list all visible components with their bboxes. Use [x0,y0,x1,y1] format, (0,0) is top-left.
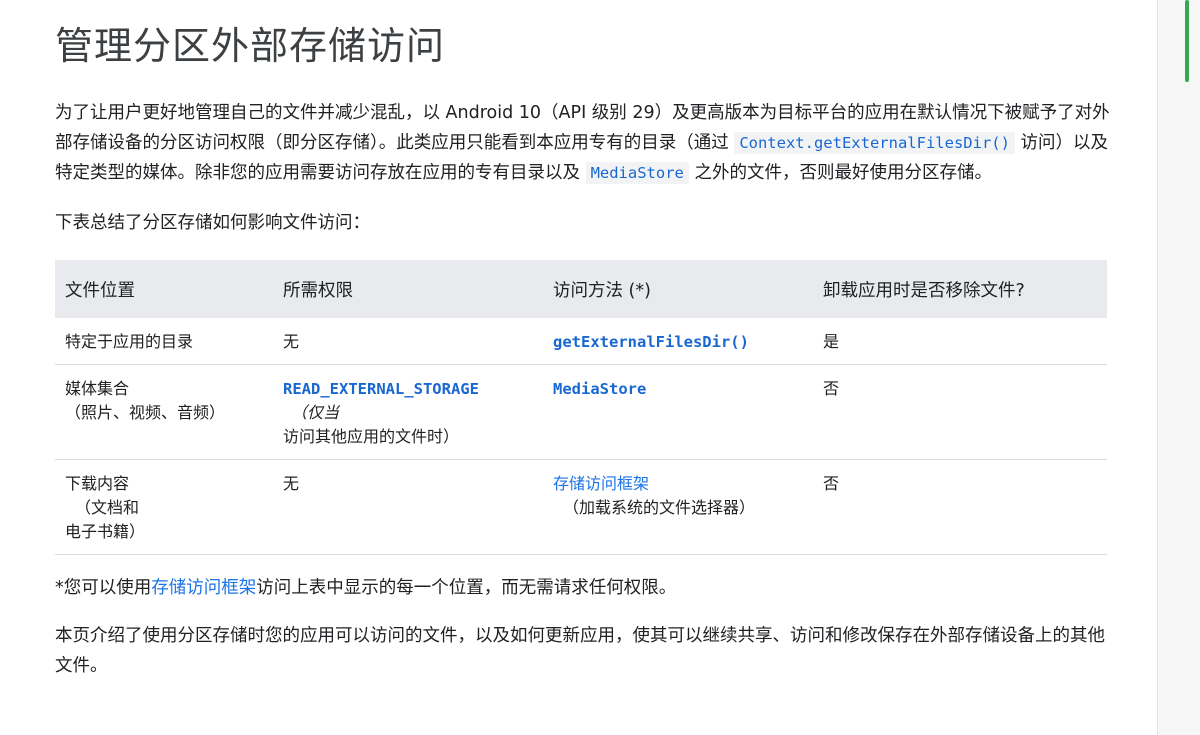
cell-removed: 否 [813,459,1107,555]
header-removed-on-uninstall: 卸载应用时是否移除文件? [813,260,1107,318]
permission-label: 无 [283,474,300,493]
cell-method: 存储访问框架 （加载系统的文件选择器） [543,459,813,555]
removed-value: 否 [823,379,840,398]
cell-removed: 否 [813,364,1107,460]
note-paragraph: *您可以使用存储访问框架访问上表中显示的每一个位置，而无需请求任何权限。 [55,573,1115,603]
permission-condition: （仅当 [291,403,340,422]
permission-link-read-external-storage[interactable]: READ_EXTERNAL_STORAGE [283,380,479,398]
cell-permission: READ_EXTERNAL_STORAGE （仅当 访问其他应用的文件时） [273,364,543,460]
cell-location: 媒体集合 （照片、视频、音频） [55,364,273,460]
location-sub-2: 电子书籍） [65,522,146,541]
code-mediastore[interactable]: MediaStore [585,162,689,184]
method-link-get-external-files-dir[interactable]: getExternalFilesDir() [553,333,749,351]
code-get-external-files-dir[interactable]: Context.getExternalFilesDir() [734,132,1015,154]
cell-location: 下载内容 （文档和 电子书籍） [55,459,273,555]
header-access-method: 访问方法 (*) [543,260,813,318]
location-sub: （照片、视频、音频） [65,403,226,422]
intro-paragraph: 为了让用户更好地管理自己的文件并减少混乱，以 Android 10（API 级别… [55,98,1115,188]
removed-value: 是 [823,332,840,351]
intro-text-3: 之外的文件，否则最好使用分区存储。 [688,163,992,183]
header-file-location: 文件位置 [55,260,273,318]
method-sub: （加载系统的文件选择器） [563,498,756,517]
method-link-mediastore[interactable]: MediaStore [553,380,646,398]
cell-removed: 是 [813,318,1107,365]
ending-paragraph: 本页介绍了使用分区存储时您的应用可以访问的文件，以及如何更新应用，使其可以继续共… [55,626,1105,676]
removed-value: 否 [823,474,840,493]
table-row: 特定于应用的目录 无 getExternalFilesDir() 是 [55,318,1107,365]
cell-method: getExternalFilesDir() [543,318,813,365]
location-label: 媒体集合 [65,379,130,398]
cell-permission: 无 [273,459,543,555]
table-header-row: 文件位置 所需权限 访问方法 (*) 卸载应用时是否移除文件? [55,260,1107,318]
summary-paragraph: 下表总结了分区存储如何影响文件访问： [55,213,370,233]
permission-label: 无 [283,332,300,351]
location-label: 特定于应用的目录 [65,332,194,351]
method-link-storage-access-framework[interactable]: 存储访问框架 [553,474,649,493]
header-permission: 所需权限 [273,260,543,318]
location-label: 下载内容 [65,474,130,493]
table-row: 下载内容 （文档和 电子书籍） 无 存储访问框架 （加载系统的文件选择器） 否 [55,459,1107,555]
cell-permission: 无 [273,318,543,365]
article: 管理分区外部存储访问 为了让用户更好地管理自己的文件并减少混乱，以 Androi… [55,0,1115,681]
note-suffix: 访问上表中显示的每一个位置，而无需请求任何权限。 [256,578,677,598]
access-table: 文件位置 所需权限 访问方法 (*) 卸载应用时是否移除文件? 特定于应用的目录… [55,260,1107,555]
cell-location: 特定于应用的目录 [55,318,273,365]
page-title: 管理分区外部存储访问 [55,24,446,68]
storage-access-framework-link[interactable]: 存储访问框架 [151,578,256,598]
note-prefix: *您可以使用 [55,578,152,598]
scrollbar-track[interactable] [1157,0,1200,735]
cell-method: MediaStore [543,364,813,460]
location-sub: （文档和 [75,498,140,517]
table-row: 媒体集合 （照片、视频、音频） READ_EXTERNAL_STORAGE （仅… [55,364,1107,460]
permission-sub: 访问其他应用的文件时） [283,427,460,446]
scroll-position-indicator[interactable] [1185,0,1189,82]
